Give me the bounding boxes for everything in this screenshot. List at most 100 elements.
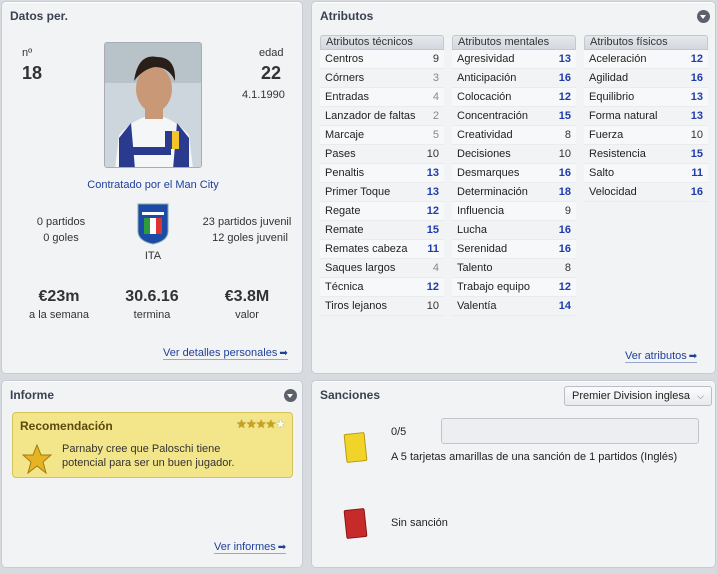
physical-header: Atributos físicos [584,35,708,50]
attribute-name: Primer Toque [325,186,391,198]
attribute-value: 10 [690,129,703,141]
attribute-name: Saques largos [325,262,396,274]
attribute-name: Entradas [325,91,370,103]
recommendation-title: Recomendación [20,419,113,433]
competition-select[interactable]: Premier Division inglesa ⌵ [564,386,712,406]
technical-attribute-row[interactable]: Remates cabeza 11 [320,240,444,259]
technical-attribute-row[interactable]: Centros 9 [320,50,444,69]
mental-attribute-row[interactable]: Trabajo equipo 12 [452,278,576,297]
technical-attribute-row[interactable]: Córners 3 [320,69,444,88]
physical-attribute-row[interactable]: Fuerza 10 [584,126,708,145]
physical-attribute-row[interactable]: Agilidad 16 [584,69,708,88]
attribute-name: Córners [325,72,365,84]
attribute-name: Aceleración [589,53,647,65]
wage-value: €23m [38,288,80,305]
youth-apps: 23 partidos juvenil [202,216,292,228]
attribute-name: Serenidad [457,243,508,255]
technical-attribute-row[interactable]: Pases 10 [320,145,444,164]
technical-attribute-row[interactable]: Saques largos 4 [320,259,444,278]
collapse-icon[interactable] [284,389,297,402]
squad-number: 18 [22,63,43,83]
red-card-icon [343,507,368,540]
attribute-name: Fuerza [589,129,624,141]
mental-attribute-row[interactable]: Agresividad 13 [452,50,576,69]
attribute-name: Talento [457,262,493,274]
star-icon: ★ [236,417,247,431]
attribute-value: 16 [558,224,571,236]
technical-attribute-row[interactable]: Penaltis 13 [320,164,444,183]
personal-panel: Datos per. nº 18 edad 22 4.1.1990 Contra… [1,1,303,374]
physical-attribute-row[interactable]: Resistencia 15 [584,145,708,164]
attributes-link[interactable]: Ver atributos ➡ [625,350,698,363]
mental-attribute-row[interactable]: Creatividad 8 [452,126,576,145]
mental-attribute-row[interactable]: Concentración 15 [452,107,576,126]
attribute-value: 12 [690,53,703,65]
attribute-name: Velocidad [589,186,637,198]
attribute-name: Agilidad [589,72,629,84]
attribute-value: 10 [558,148,571,160]
star-icon: ★ [265,417,276,431]
age-value: 22 [261,63,282,83]
attribute-value: 3 [432,72,439,84]
technical-attribute-row[interactable]: Lanzador de faltas 2 [320,107,444,126]
number-label: nº [22,47,33,59]
attribute-name: Remate [325,224,364,236]
physical-attribute-row[interactable]: Salto 11 [584,164,708,183]
technical-attribute-row[interactable]: Primer Toque 13 [320,183,444,202]
collapse-icon[interactable] [697,10,710,23]
attribute-value: 4 [432,91,439,103]
senior-apps: 0 partidos [36,216,86,228]
attribute-value: 16 [690,186,703,198]
attribute-value: 9 [432,53,439,65]
mental-attribute-row[interactable]: Talento 8 [452,259,576,278]
physical-attribute-row[interactable]: Forma natural 13 [584,107,708,126]
attribute-value: 12 [558,281,571,293]
attribute-name: Remates cabeza [325,243,408,255]
technical-attribute-row[interactable]: Regate 12 [320,202,444,221]
contract-note: Contratado por el Man City [87,179,219,191]
mental-attribute-row[interactable]: Anticipación 16 [452,69,576,88]
contract-expiry: 30.6.16 [125,288,179,305]
attribute-name: Resistencia [589,148,646,160]
star-icon: ★ [275,417,286,431]
mental-attribute-row[interactable]: Determinación 18 [452,183,576,202]
attribute-name: Regate [325,205,361,217]
attribute-name: Colocación [457,91,512,103]
mental-attribute-row[interactable]: Decisiones 10 [452,145,576,164]
physical-attribute-row[interactable]: Equilibrio 13 [584,88,708,107]
physical-attribute-row[interactable]: Velocidad 16 [584,183,708,202]
yellow-count: 0/5 [391,426,407,438]
star-icon: ★ [245,417,257,431]
attribute-value: 14 [558,300,571,312]
mental-attribute-row[interactable]: Lucha 16 [452,221,576,240]
technical-attribute-row[interactable]: Remate 15 [320,221,444,240]
attribute-name: Agresividad [457,53,515,65]
player-photo [104,42,202,168]
senior-goals: 0 goles [43,232,79,244]
attribute-value: 16 [558,243,571,255]
attribute-value: 10 [426,148,439,160]
arrow-right-icon: ➡ [688,351,698,362]
mental-attribute-row[interactable]: Desmarques 16 [452,164,576,183]
technical-attribute-row[interactable]: Entradas 4 [320,88,444,107]
physical-attribute-row[interactable]: Aceleración 12 [584,50,708,69]
mental-attribute-row[interactable]: Valentía 14 [452,297,576,316]
technical-attribute-row[interactable]: Técnica 12 [320,278,444,297]
technical-header: Atributos técnicos [320,35,444,50]
personal-details-link[interactable]: Ver detalles personales ➡ [163,347,288,360]
reports-link[interactable]: Ver informes ➡ [214,541,287,554]
yellow-card-progress [441,418,699,444]
attribute-value: 8 [564,129,571,141]
attribute-value: 2 [432,110,439,122]
attribute-name: Forma natural [589,110,658,122]
technical-attribute-row[interactable]: Marcaje 5 [320,126,444,145]
technical-attribute-row[interactable]: Tiros lejanos 10 [320,297,444,316]
star-icon: ★ [255,417,267,431]
attribute-name: Técnica [325,281,364,293]
yellow-card-icon [343,431,368,464]
recommendation-card: Recomendación ★★★★★ Parnaby cree que Pal… [12,412,293,478]
chevron-down-icon: ⌵ [697,391,704,401]
mental-attribute-row[interactable]: Colocación 12 [452,88,576,107]
mental-attribute-row[interactable]: Influencia 9 [452,202,576,221]
mental-attribute-row[interactable]: Serenidad 16 [452,240,576,259]
